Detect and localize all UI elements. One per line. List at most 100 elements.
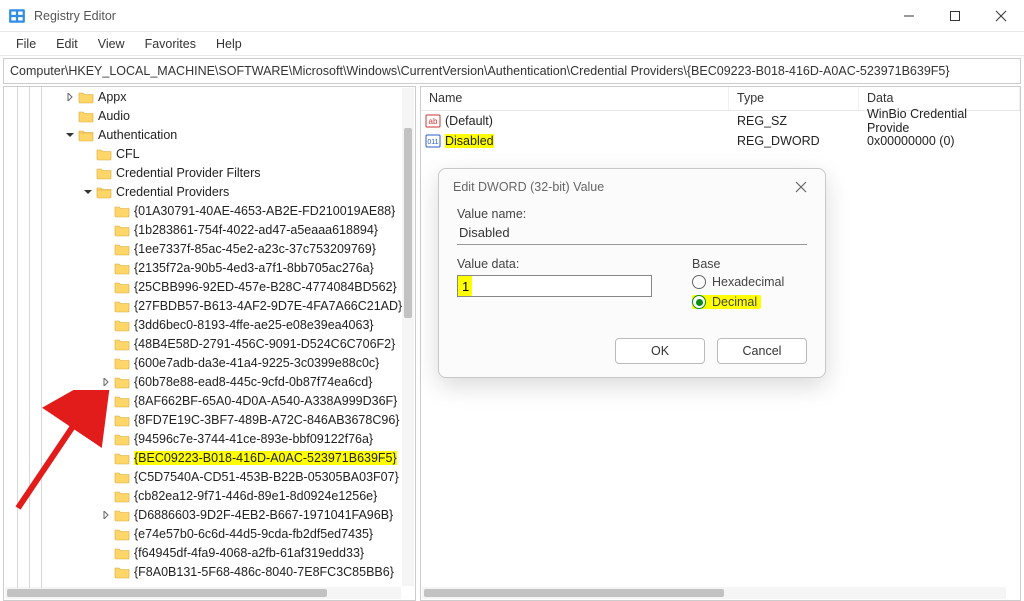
folder-icon [114, 336, 130, 352]
tree-item-label: {48B4E58D-2791-456C-9091-D524C6C706F2} [134, 337, 395, 351]
chevron-down-icon[interactable] [62, 131, 78, 139]
tree-item[interactable]: {2135f72a-90b5-4ed3-a7f1-8bb705ac276a} [4, 258, 415, 277]
tree-item-label: {e74e57b0-6c6d-44d5-9cda-fb2df5ed7435} [134, 527, 373, 541]
folder-icon [78, 108, 94, 124]
tree-item-label: {27FBDB57-B613-4AF2-9D7E-4FA7A66C21AD} [134, 299, 402, 313]
folder-icon [114, 412, 130, 428]
tree-item[interactable]: {94596c7e-3744-41ce-893e-bbf09122f76a} [4, 429, 415, 448]
tree-item[interactable]: Credential Provider Filters [4, 163, 415, 182]
value-row[interactable]: 011 Disabled REG_DWORD0x00000000 (0) [421, 131, 1020, 151]
tree-item-label: Credential Provider Filters [116, 166, 261, 180]
folder-icon [114, 393, 130, 409]
tree-item[interactable]: {8AF662BF-65A0-4D0A-A540-A338A999D36F} [4, 391, 415, 410]
tree-item[interactable]: {8FD7E19C-3BF7-489B-A72C-846AB3678C96} [4, 410, 415, 429]
tree-item[interactable]: {1ee7337f-85ac-45e2-a23c-37c753209769} [4, 239, 415, 258]
folder-icon [114, 355, 130, 371]
tree-item[interactable]: Authentication [4, 125, 415, 144]
edit-dword-dialog: Edit DWORD (32-bit) Value Value name: Di… [438, 168, 826, 378]
values-scrollbar-horizontal[interactable] [422, 587, 1006, 599]
tree-item[interactable]: Credential Providers [4, 182, 415, 201]
value-name: (Default) [445, 114, 493, 128]
tree-item[interactable]: {600e7adb-da3e-41a4-9225-3c0399e88c0c} [4, 353, 415, 372]
maximize-button[interactable] [932, 0, 978, 32]
tree-item[interactable]: {F8A0B131-5F68-486c-8040-7E8FC3C85BB6} [4, 562, 415, 581]
tree-item[interactable]: Audio [4, 106, 415, 125]
value-data-label: Value data: [457, 257, 652, 271]
tree-item-label: Authentication [98, 128, 177, 142]
menu-help[interactable]: Help [206, 34, 252, 54]
tree-item-label: {1ee7337f-85ac-45e2-a23c-37c753209769} [134, 242, 376, 256]
tree-scrollbar-vertical[interactable] [402, 88, 414, 586]
radio-decimal[interactable]: Decimal [692, 295, 761, 309]
address-bar[interactable]: Computer\HKEY_LOCAL_MACHINE\SOFTWARE\Mic… [3, 58, 1021, 84]
tree-item[interactable]: {C5D7540A-CD51-453B-B22B-05305BA03F07} [4, 467, 415, 486]
folder-icon [114, 469, 130, 485]
col-header-type[interactable]: Type [729, 87, 859, 110]
tree-item[interactable]: CFL [4, 144, 415, 163]
tree-item-label: {01A30791-40AE-4653-AB2E-FD210019AE88} [134, 204, 395, 218]
value-data-input[interactable] [457, 275, 652, 297]
folder-icon [114, 507, 130, 523]
tree-item[interactable]: Appx [4, 87, 415, 106]
menu-favorites[interactable]: Favorites [135, 34, 206, 54]
tree-item[interactable]: {e74e57b0-6c6d-44d5-9cda-fb2df5ed7435} [4, 524, 415, 543]
menu-view[interactable]: View [88, 34, 135, 54]
radio-hex-label: Hexadecimal [712, 275, 784, 289]
tree-item[interactable]: {27FBDB57-B613-4AF2-9D7E-4FA7A66C21AD} [4, 296, 415, 315]
chevron-right-icon[interactable] [98, 378, 114, 386]
tree-item-label: {D6886603-9D2F-4EB2-B667-1971041FA96B} [134, 508, 393, 522]
cancel-button[interactable]: Cancel [717, 338, 807, 364]
ok-button[interactable]: OK [615, 338, 705, 364]
svg-text:011: 011 [427, 139, 438, 146]
tree-item-label: CFL [116, 147, 140, 161]
folder-icon [114, 488, 130, 504]
tree-scrollbar-horizontal[interactable] [5, 587, 401, 599]
value-type: REG_SZ [729, 114, 859, 128]
dialog-close-button[interactable] [791, 177, 811, 197]
tree-item[interactable]: {48B4E58D-2791-456C-9091-D524C6C706F2} [4, 334, 415, 353]
binary-value-icon: 011 [425, 133, 441, 149]
tree-item[interactable]: {cb82ea12-9f71-446d-89e1-8d0924e1256e} [4, 486, 415, 505]
tree-item-label: Credential Providers [116, 185, 229, 199]
col-header-name[interactable]: Name [421, 87, 729, 110]
close-button[interactable] [978, 0, 1024, 32]
app-icon [8, 7, 26, 25]
menu-bar: File Edit View Favorites Help [0, 32, 1024, 56]
value-name-field[interactable]: Disabled [457, 225, 807, 245]
tree-item[interactable]: {f64945df-4fa9-4068-a2fb-61af319edd33} [4, 543, 415, 562]
tree-item[interactable]: {3dd6bec0-8193-4ffe-ae25-e08e39ea4063} [4, 315, 415, 334]
tree-item-label: {2135f72a-90b5-4ed3-a7f1-8bb705ac276a} [134, 261, 374, 275]
radio-hexadecimal[interactable]: Hexadecimal [692, 275, 807, 289]
tree-item[interactable]: {60b78e88-ead8-445c-9cfd-0b87f74ea6cd} [4, 372, 415, 391]
tree-item-label: {3dd6bec0-8193-4ffe-ae25-e08e39ea4063} [134, 318, 374, 332]
value-name: Disabled [445, 134, 494, 148]
tree-item[interactable]: {01A30791-40AE-4653-AB2E-FD210019AE88} [4, 201, 415, 220]
value-data: 0x00000000 (0) [859, 134, 1020, 148]
value-row[interactable]: ab(Default)REG_SZWinBio Credential Provi… [421, 111, 1020, 131]
folder-icon [114, 298, 130, 314]
chevron-down-icon[interactable] [80, 188, 96, 196]
folder-icon [114, 260, 130, 276]
tree-item[interactable]: {D6886603-9D2F-4EB2-B667-1971041FA96B} [4, 505, 415, 524]
folder-icon [114, 526, 130, 542]
radio-circle-checked-icon [692, 295, 706, 309]
chevron-right-icon[interactable] [98, 511, 114, 519]
folder-icon [114, 317, 130, 333]
chevron-right-icon[interactable] [62, 93, 78, 101]
value-type: REG_DWORD [729, 134, 859, 148]
tree-item-label: Appx [98, 90, 127, 104]
value-data: WinBio Credential Provide [859, 107, 1020, 135]
menu-edit[interactable]: Edit [46, 34, 88, 54]
radio-dec-label: Decimal [712, 295, 757, 309]
tree-item[interactable]: {1b283861-754f-4022-ad47-a5eaaa618894} [4, 220, 415, 239]
minimize-button[interactable] [886, 0, 932, 32]
tree-item-label: Audio [98, 109, 130, 123]
tree-item[interactable]: {25CBB996-92ED-457e-B28C-4774084BD562} [4, 277, 415, 296]
folder-icon [114, 545, 130, 561]
tree-item-label: {1b283861-754f-4022-ad47-a5eaaa618894} [134, 223, 378, 237]
folder-icon [78, 127, 94, 143]
value-name-label: Value name: [457, 207, 807, 221]
tree-item-label: {C5D7540A-CD51-453B-B22B-05305BA03F07} [134, 470, 399, 484]
tree-item-selected[interactable]: {BEC09223-B018-416D-A0AC-523971B639F5} [4, 448, 415, 467]
menu-file[interactable]: File [6, 34, 46, 54]
